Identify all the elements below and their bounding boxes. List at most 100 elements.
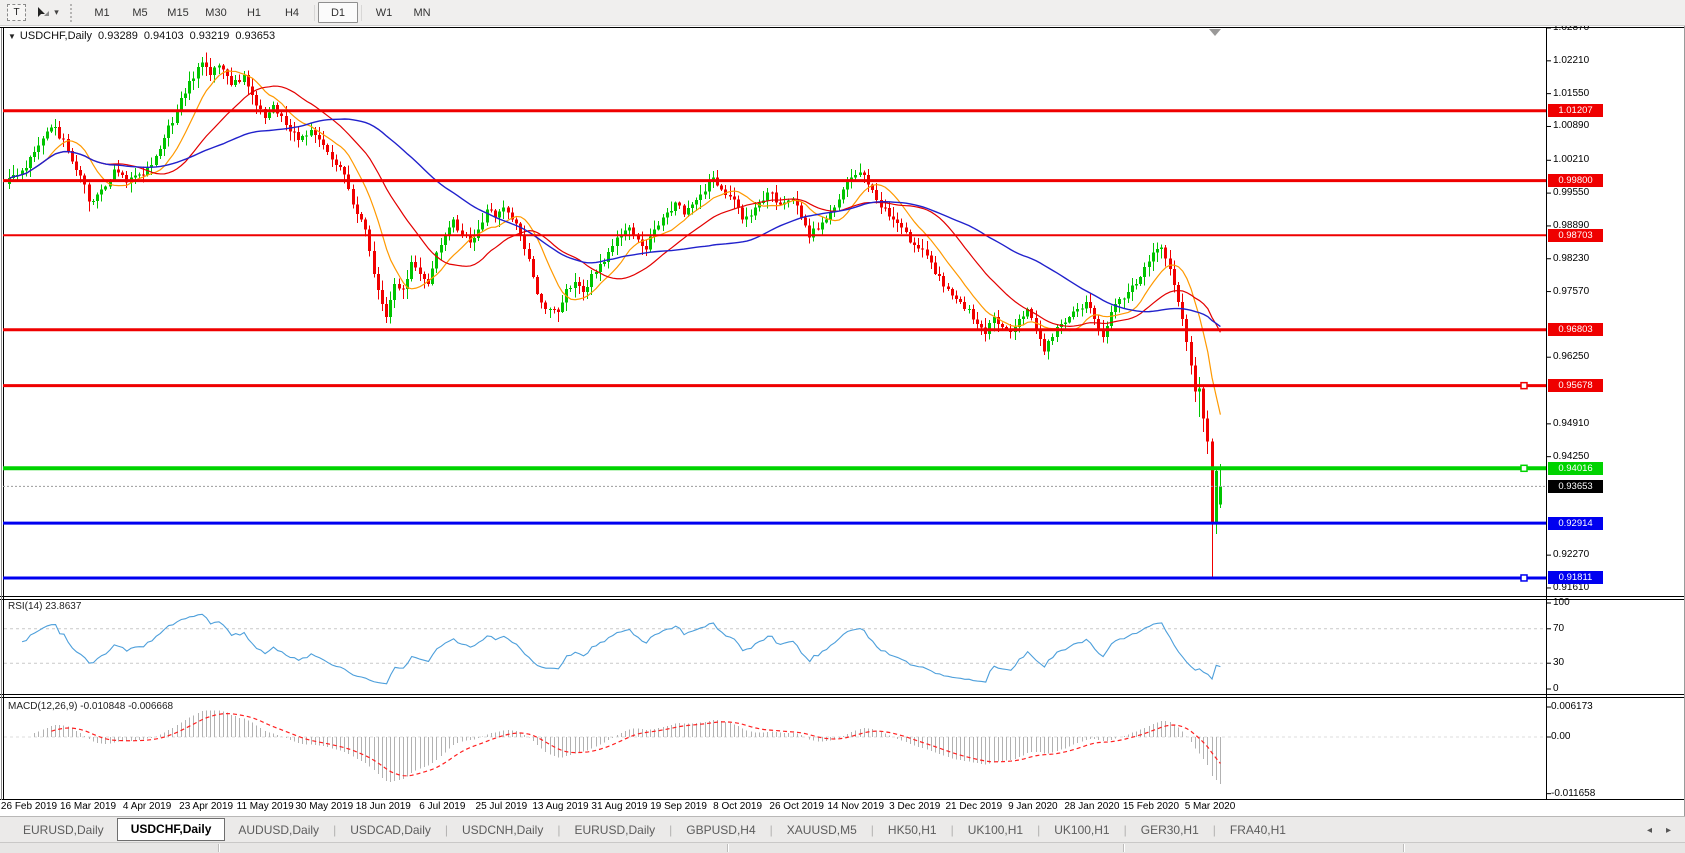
timeframe-button-D1[interactable]: D1 [318,2,358,23]
candle-body [1206,418,1209,441]
chart-shift-marker[interactable] [1209,29,1221,36]
cursor-tool-icon [35,6,51,20]
tab-eurusd-daily[interactable]: EURUSD,Daily [10,819,117,841]
candle-body [1051,337,1054,341]
candle-body [104,187,107,190]
tab-eurusd-daily[interactable]: EURUSD,Daily [561,819,668,841]
candle-body [92,201,95,202]
candle-body [947,287,950,289]
candle-body [569,288,572,289]
candle-body [343,167,346,175]
price-badge-0.91811: 0.91811 [1548,571,1603,584]
status-separator [1403,844,1405,852]
candle-body [574,282,577,288]
timeframe-button-H4[interactable]: H4 [273,3,311,23]
timeframe-button-MN[interactable]: MN [403,3,441,23]
candle-body [486,210,489,223]
candle-body [632,227,635,235]
candle-body [963,302,966,309]
tab-xauusd-m5[interactable]: XAUUSD,M5 [774,819,870,841]
candle-body [1139,277,1142,284]
candle-body [42,138,45,145]
tab-usdcnh-daily[interactable]: USDCNH,Daily [449,819,556,841]
ma-line-24 [10,86,1221,332]
candle-body [951,289,954,295]
candle-body [704,192,707,195]
candle-body [352,189,355,205]
candle-body [745,217,748,220]
date-label: 23 Apr 2019 [179,801,233,813]
line-handle[interactable] [1521,575,1527,581]
collapse-triangle-icon[interactable]: ▼ [8,32,16,41]
tab-usdchf-daily[interactable]: USDCHF,Daily [117,818,226,841]
status-separator [727,844,729,852]
macd-tick-label: 0.00 [1551,731,1570,743]
candle-body [389,300,392,317]
candle-body [842,190,845,200]
candle-body [461,230,464,234]
timeframe-button-M1[interactable]: M1 [83,3,121,23]
candle-body [243,75,246,82]
candle-body [58,127,61,138]
high-value: 0.94103 [144,30,184,42]
close-value: 0.93653 [235,30,275,42]
candle-body [1064,322,1067,323]
timeframe-button-M15[interactable]: M15 [159,3,197,23]
timeframe-button-H1[interactable]: H1 [235,3,273,23]
candle-body [1177,285,1180,302]
candle-body [423,274,426,279]
timeframe-button-M5[interactable]: M5 [121,3,159,23]
timeframe-button-M30[interactable]: M30 [197,3,235,23]
candle-body [666,212,669,217]
candle-body [829,213,832,220]
line-handle[interactable] [1521,383,1527,389]
candle-body [838,199,841,207]
tab-audusd-daily[interactable]: AUDUSD,Daily [225,819,332,841]
candle-body [859,173,862,175]
candle-body [611,246,614,252]
candle-body [1156,249,1159,252]
candle-body [561,303,564,312]
tab-scroll-right-button[interactable]: ▸ [1666,825,1671,836]
tab-fra40-h1[interactable]: FRA40,H1 [1217,819,1299,841]
candle-body [96,195,99,202]
chevron-down-icon[interactable]: ▾ [54,7,59,18]
date-label: 3 Dec 2019 [889,801,940,813]
rsi-tick-label: 70 [1553,623,1564,635]
price-badge-0.99800: 0.99800 [1548,174,1603,187]
candle-body [657,225,660,229]
tab-hk50-h1[interactable]: HK50,H1 [875,819,950,841]
price-tick-label: 1.00890 [1553,120,1589,132]
candle-body [138,175,141,176]
text-tool-icon: T [13,7,19,18]
tab-uk100-h1[interactable]: UK100,H1 [1041,819,1122,841]
candle-body [691,205,694,208]
price-tick-label: 0.99550 [1553,187,1589,199]
candle-body [544,302,547,309]
text-tool-button[interactable]: T [7,4,26,21]
chart-canvas[interactable] [0,0,1685,852]
candle-body [825,220,828,223]
date-label: 26 Feb 2019 [1,801,57,813]
line-handle[interactable] [1521,465,1527,471]
candle-body [230,76,233,85]
toolbar-grip[interactable] [70,4,77,22]
tab-ger30-h1[interactable]: GER30,H1 [1128,819,1212,841]
tab-uk100-h1[interactable]: UK100,H1 [955,819,1036,841]
candle-body [1202,389,1205,419]
candle-body [968,309,971,310]
candle-body [779,202,782,204]
status-separator [218,844,220,852]
candle-body [456,219,459,230]
candle-body [942,276,945,286]
symbol-label: USDCHF,Daily [20,30,92,42]
cursor-tool-button[interactable]: ▾ [34,3,60,23]
candle-body [1127,292,1130,299]
tab-scroll-left-button[interactable]: ◂ [1647,825,1652,836]
tab-gbpusd-h4[interactable]: GBPUSD,H4 [673,819,768,841]
candle-body [549,309,552,310]
tab-usdcad-daily[interactable]: USDCAD,Daily [337,819,444,841]
low-value: 0.93219 [190,30,230,42]
candle-body [192,79,195,82]
timeframe-button-W1[interactable]: W1 [365,3,403,23]
